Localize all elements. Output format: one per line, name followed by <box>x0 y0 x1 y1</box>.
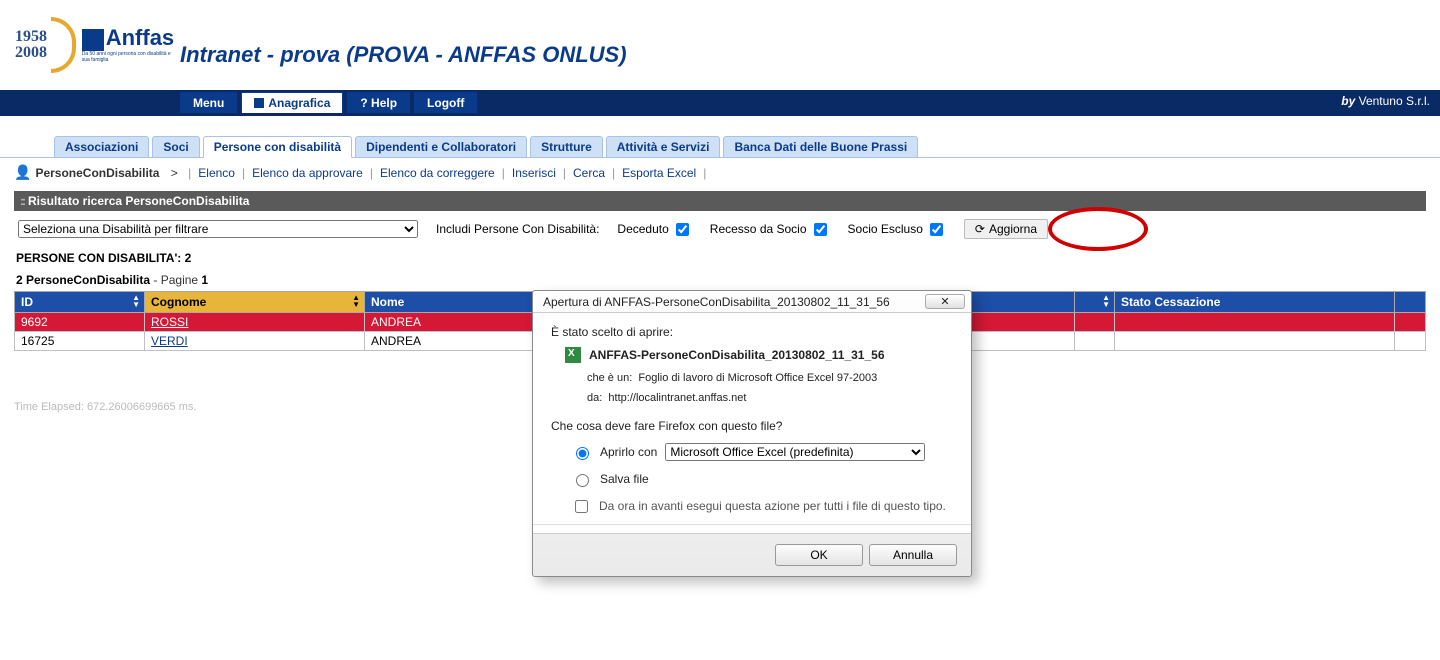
checkbox-remember[interactable] <box>575 500 588 513</box>
grip-icon: :: <box>20 194 24 208</box>
th-id[interactable]: ID▲▼ <box>15 292 145 313</box>
checkbox-recesso-label: Recesso da Socio <box>710 220 830 239</box>
download-dialog: Apertura di ANFFAS-PersoneConDisabilita_… <box>532 290 972 577</box>
checkbox-recesso[interactable] <box>814 223 827 236</box>
nav-help[interactable]: ? Help <box>347 92 410 113</box>
logo-year-bottom: 2008 <box>15 45 47 61</box>
credit: by Ventuno S.r.l. <box>1341 94 1430 108</box>
logo-brand: Anffas <box>82 25 174 50</box>
dialog-filename: ANFFAS-PersoneConDisabilita_20130802_11_… <box>589 348 885 362</box>
aggiorna-button[interactable]: ⟳ Aggiorna <box>964 219 1048 239</box>
close-icon: ✕ <box>940 296 949 308</box>
checkbox-deceduto-label: Deceduto <box>617 220 691 239</box>
main-nav: Menu Anagrafica ? Help Logoff by Ventuno… <box>0 90 1440 116</box>
panel-title-text: Risultato ricerca PersoneConDisabilita <box>28 194 249 208</box>
checkbox-deceduto[interactable] <box>676 223 689 236</box>
tab-banca-dati[interactable]: Banca Dati delle Buone Prassi <box>723 136 918 157</box>
tab-persone-con-disabilita[interactable]: Persone con disabilità <box>203 136 352 158</box>
cell-nome: ANDREA <box>365 313 535 332</box>
subnav-esporta-excel[interactable]: Esporta Excel <box>622 166 696 180</box>
logo-year-top: 1958 <box>15 29 47 45</box>
nav-menu[interactable]: Menu <box>180 92 237 113</box>
document-icon <box>254 98 264 108</box>
dialog-intro: È stato scelto di aprire: <box>551 325 953 339</box>
subnav-elenco-approvare[interactable]: Elenco da approvare <box>252 166 363 180</box>
subnav-inserisci[interactable]: Inserisci <box>512 166 556 180</box>
cell-id: 16725 <box>15 332 145 351</box>
dialog-cancel-button[interactable]: Annulla <box>869 544 957 566</box>
cell-cognome-link[interactable]: VERDI <box>151 334 188 348</box>
dialog-title: Apertura di ANFFAS-PersoneConDisabilita_… <box>543 295 890 309</box>
tab-soci[interactable]: Soci <box>152 136 199 157</box>
open-with-select[interactable]: Microsoft Office Excel (predefinita) <box>665 443 925 461</box>
breadcrumb-title: PersoneConDisabilita <box>35 166 159 180</box>
tab-associazioni[interactable]: Associazioni <box>54 136 149 157</box>
subnav-cerca[interactable]: Cerca <box>573 166 605 180</box>
banner: 1958 2008 Anffas Da 50 anni ogni persona… <box>0 0 1440 90</box>
th-nome[interactable]: Nome <box>365 292 535 313</box>
page-title: Intranet - prova (PROVA - ANFFAS ONLUS) <box>180 42 627 68</box>
nav-anagrafica[interactable]: Anagrafica <box>241 92 343 113</box>
checkbox-escluso-label: Socio Escluso <box>848 220 946 239</box>
results-count: PERSONE CON DISABILITA': 2 <box>14 247 1426 269</box>
refresh-icon: ⟳ <box>975 222 985 236</box>
highlight-ring-icon <box>1048 207 1148 251</box>
panel-title-bar: :: Risultato ricerca PersoneConDisabilit… <box>14 191 1426 211</box>
checkbox-escluso[interactable] <box>930 223 943 236</box>
tab-strutture[interactable]: Strutture <box>530 136 603 157</box>
tab-attivita[interactable]: Attività e Servizi <box>606 136 721 157</box>
dialog-question: Che cosa deve fare Firefox con questo fi… <box>551 419 953 433</box>
include-label: Includi Persone Con Disabilità: <box>436 222 599 236</box>
pager: 2 PersoneConDisabilita - Pagine 1 <box>14 269 1426 291</box>
radio-save-file[interactable] <box>576 474 589 487</box>
th-blank3[interactable] <box>1395 292 1426 313</box>
th-blank2[interactable]: ▲▼ <box>1075 292 1115 313</box>
dialog-ok-button[interactable]: OK <box>775 544 863 566</box>
checkbox-remember-label: Da ora in avanti esegui questa azione pe… <box>599 499 946 513</box>
cell-nome: ANDREA <box>365 332 535 351</box>
radio-open-with-label: Aprirlo con <box>600 445 657 459</box>
radio-open-with[interactable] <box>576 447 589 460</box>
cell-cognome-link[interactable]: ROSSI <box>151 315 188 329</box>
dialog-divider <box>533 524 971 525</box>
dialog-close-button[interactable]: ✕ <box>925 294 965 309</box>
radio-save-file-label: Salva file <box>600 472 649 486</box>
section-tabs: Associazioni Soci Persone con disabilità… <box>0 116 1440 158</box>
nav-logoff[interactable]: Logoff <box>414 92 477 113</box>
cell-id: 9692 <box>15 313 145 332</box>
tab-dipendenti[interactable]: Dipendenti e Collaboratori <box>355 136 527 157</box>
logo-tagline: Da 50 anni ogni persona con disabilità e… <box>82 51 175 63</box>
subnav-elenco-correggere[interactable]: Elenco da correggere <box>380 166 495 180</box>
subnav-elenco[interactable]: Elenco <box>198 166 235 180</box>
logo: 1958 2008 Anffas Da 50 anni ogni persona… <box>15 10 175 80</box>
disability-filter-select[interactable]: Seleziona una Disabilità per filtrare <box>18 220 418 238</box>
excel-icon <box>565 347 581 363</box>
logo-arc-icon <box>51 17 76 73</box>
person-icon: 👤 <box>14 164 31 181</box>
dialog-meta: che è un: Foglio di lavoro di Microsoft … <box>551 369 953 409</box>
breadcrumb: 👤 PersoneConDisabilita > | Elenco| Elenc… <box>0 158 1440 187</box>
th-stato[interactable]: Stato Cessazione <box>1115 292 1395 313</box>
th-cognome[interactable]: Cognome▲▼ <box>145 292 365 313</box>
